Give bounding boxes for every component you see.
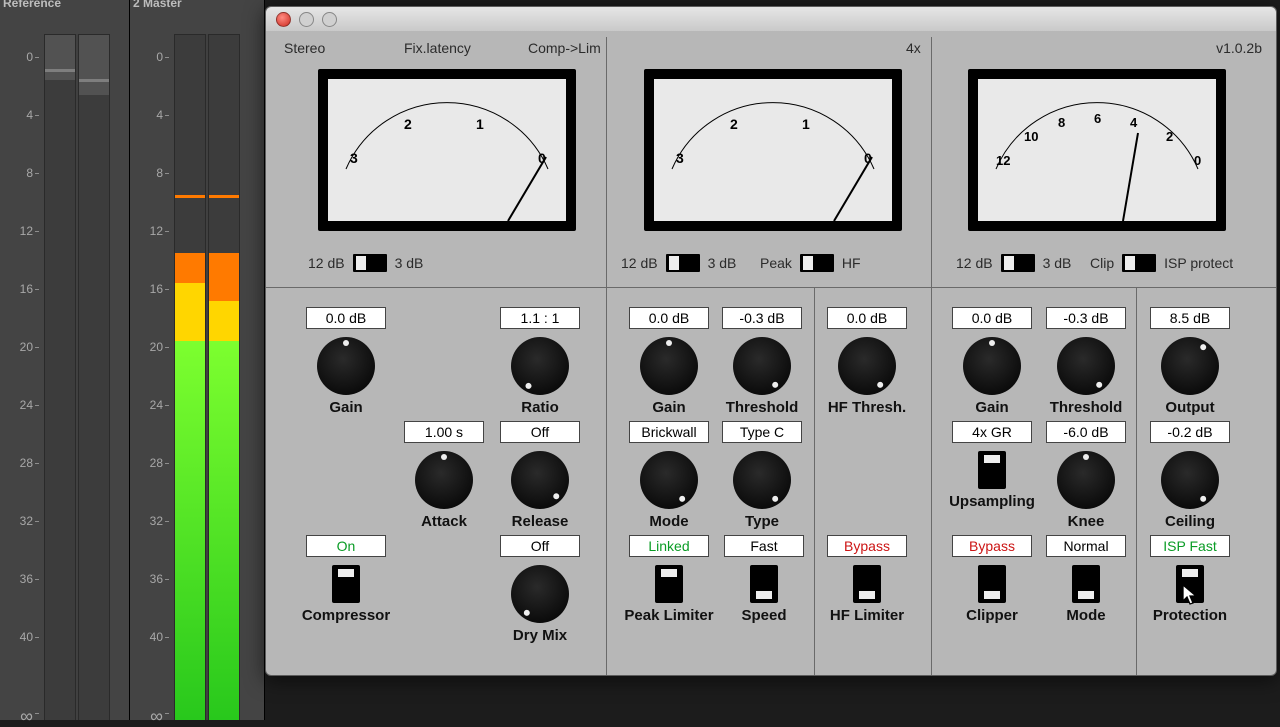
clipper-toggle[interactable]: Bypass Clipper [946,535,1038,624]
plugin-header: Stereo Fix.latency Comp->Lim 4x v1.0.2b [266,37,1276,61]
svg-text:8: 8 [1058,115,1065,130]
svg-text:3: 3 [350,150,358,166]
svg-text:12: 12 [996,153,1010,168]
close-icon[interactable] [276,12,291,27]
meter-pair [44,34,110,720]
svg-text:6: 6 [1094,111,1101,126]
comp-ratio-knob[interactable]: 1.1 : 1 Ratio [494,307,586,416]
channel-mode[interactable]: Stereo [284,40,325,56]
clip-mode-toggle[interactable]: Normal Mode [1040,535,1132,624]
clip-meter-mode-toggle[interactable]: Clip ISP protect [1090,254,1233,272]
lim-gain-knob[interactable]: 0.0 dB Gain [623,307,715,416]
lim-mode-knob[interactable]: Brickwall Mode [623,421,715,530]
version-label: v1.0.2b [1216,40,1262,56]
channel-right [78,34,110,720]
svg-text:10: 10 [1024,129,1038,144]
track-reference: Reference 0 4 8 12 16 20 24 28 32 36 40 … [0,0,130,720]
vu-gauge-icon: 3 2 1 0 [328,79,566,221]
minimize-icon[interactable] [299,12,314,27]
svg-text:4: 4 [1130,115,1138,130]
upsampling-toggle[interactable]: 4x GR Upsampling [942,421,1042,510]
vu-gauge-icon: 12 10 8 6 4 2 0 [978,79,1216,221]
output-knob[interactable]: 8.5 dB Output [1144,307,1236,416]
channel-left [44,34,76,720]
lim-type-knob[interactable]: Type C Type [716,421,808,530]
svg-text:0: 0 [1194,153,1201,168]
vu-range-toggle[interactable]: 12 dB 3 dB [621,254,736,272]
hf-threshold-knob[interactable]: 0.0 dB HF Thresh. [821,307,913,416]
comp-attack-knob[interactable]: 1.00 s Attack [398,421,490,530]
lim-speed-toggle[interactable]: Fast Speed [718,535,810,624]
svg-text:1: 1 [476,116,484,132]
svg-text:3: 3 [676,150,684,166]
vu-range-toggle[interactable]: 12 dB 3 dB [308,254,423,272]
zoom-icon[interactable] [322,12,337,27]
hf-limiter-toggle[interactable]: Bypass HF Limiter [821,535,913,624]
vu-meter-compressor: 3 2 1 0 [318,69,576,231]
protection-toggle[interactable]: ISP Fast Protection [1144,535,1236,624]
svg-text:1: 1 [802,116,810,132]
svg-text:2: 2 [1166,129,1173,144]
track-title: 2 Master [133,0,261,14]
knee-knob[interactable]: -6.0 dB Knee [1040,421,1132,530]
vu-gauge-icon: 3 2 1 0 [654,79,892,221]
comp-release-knob[interactable]: Off Release [494,421,586,530]
dry-mix-knob[interactable]: Off Dry Mix [494,535,586,644]
comp-gain-knob[interactable]: 0.0 dB Gain [300,307,392,416]
clip-gain-knob[interactable]: 0.0 dB Gain [946,307,1038,416]
window-titlebar[interactable] [266,7,1276,31]
oversample-label[interactable]: 4x [906,40,921,56]
svg-text:2: 2 [730,116,738,132]
track-master: 2 Master 0 4 8 12 16 20 24 28 32 36 40 ∞ [130,0,265,720]
ceiling-knob[interactable]: -0.2 dB Ceiling [1144,421,1236,530]
channel-right [208,34,240,720]
limiter-meter-source-toggle[interactable]: Peak HF [760,254,861,272]
meter-pair [174,34,240,720]
vu-meter-limiter: 3 2 1 0 [644,69,902,231]
lim-threshold-knob[interactable]: -0.3 dB Threshold [716,307,808,416]
processing-chain[interactable]: Comp->Lim [528,40,601,56]
svg-text:2: 2 [404,116,412,132]
vu-meter-clipper: 12 10 8 6 4 2 0 [968,69,1226,231]
track-title: Reference [3,0,126,14]
vu-range-toggle[interactable]: 12 dB 3 dB [956,254,1071,272]
latency-mode[interactable]: Fix.latency [404,40,471,56]
channel-left [174,34,206,720]
plugin-window: Stereo Fix.latency Comp->Lim 4x v1.0.2b … [265,6,1277,676]
track-meters-panel: Reference 0 4 8 12 16 20 24 28 32 36 40 … [0,0,265,720]
peak-limiter-toggle[interactable]: Linked Peak Limiter [618,535,720,624]
compressor-toggle[interactable]: On Compressor [300,535,392,624]
clip-threshold-knob[interactable]: -0.3 dB Threshold [1040,307,1132,416]
traffic-lights [276,12,337,27]
